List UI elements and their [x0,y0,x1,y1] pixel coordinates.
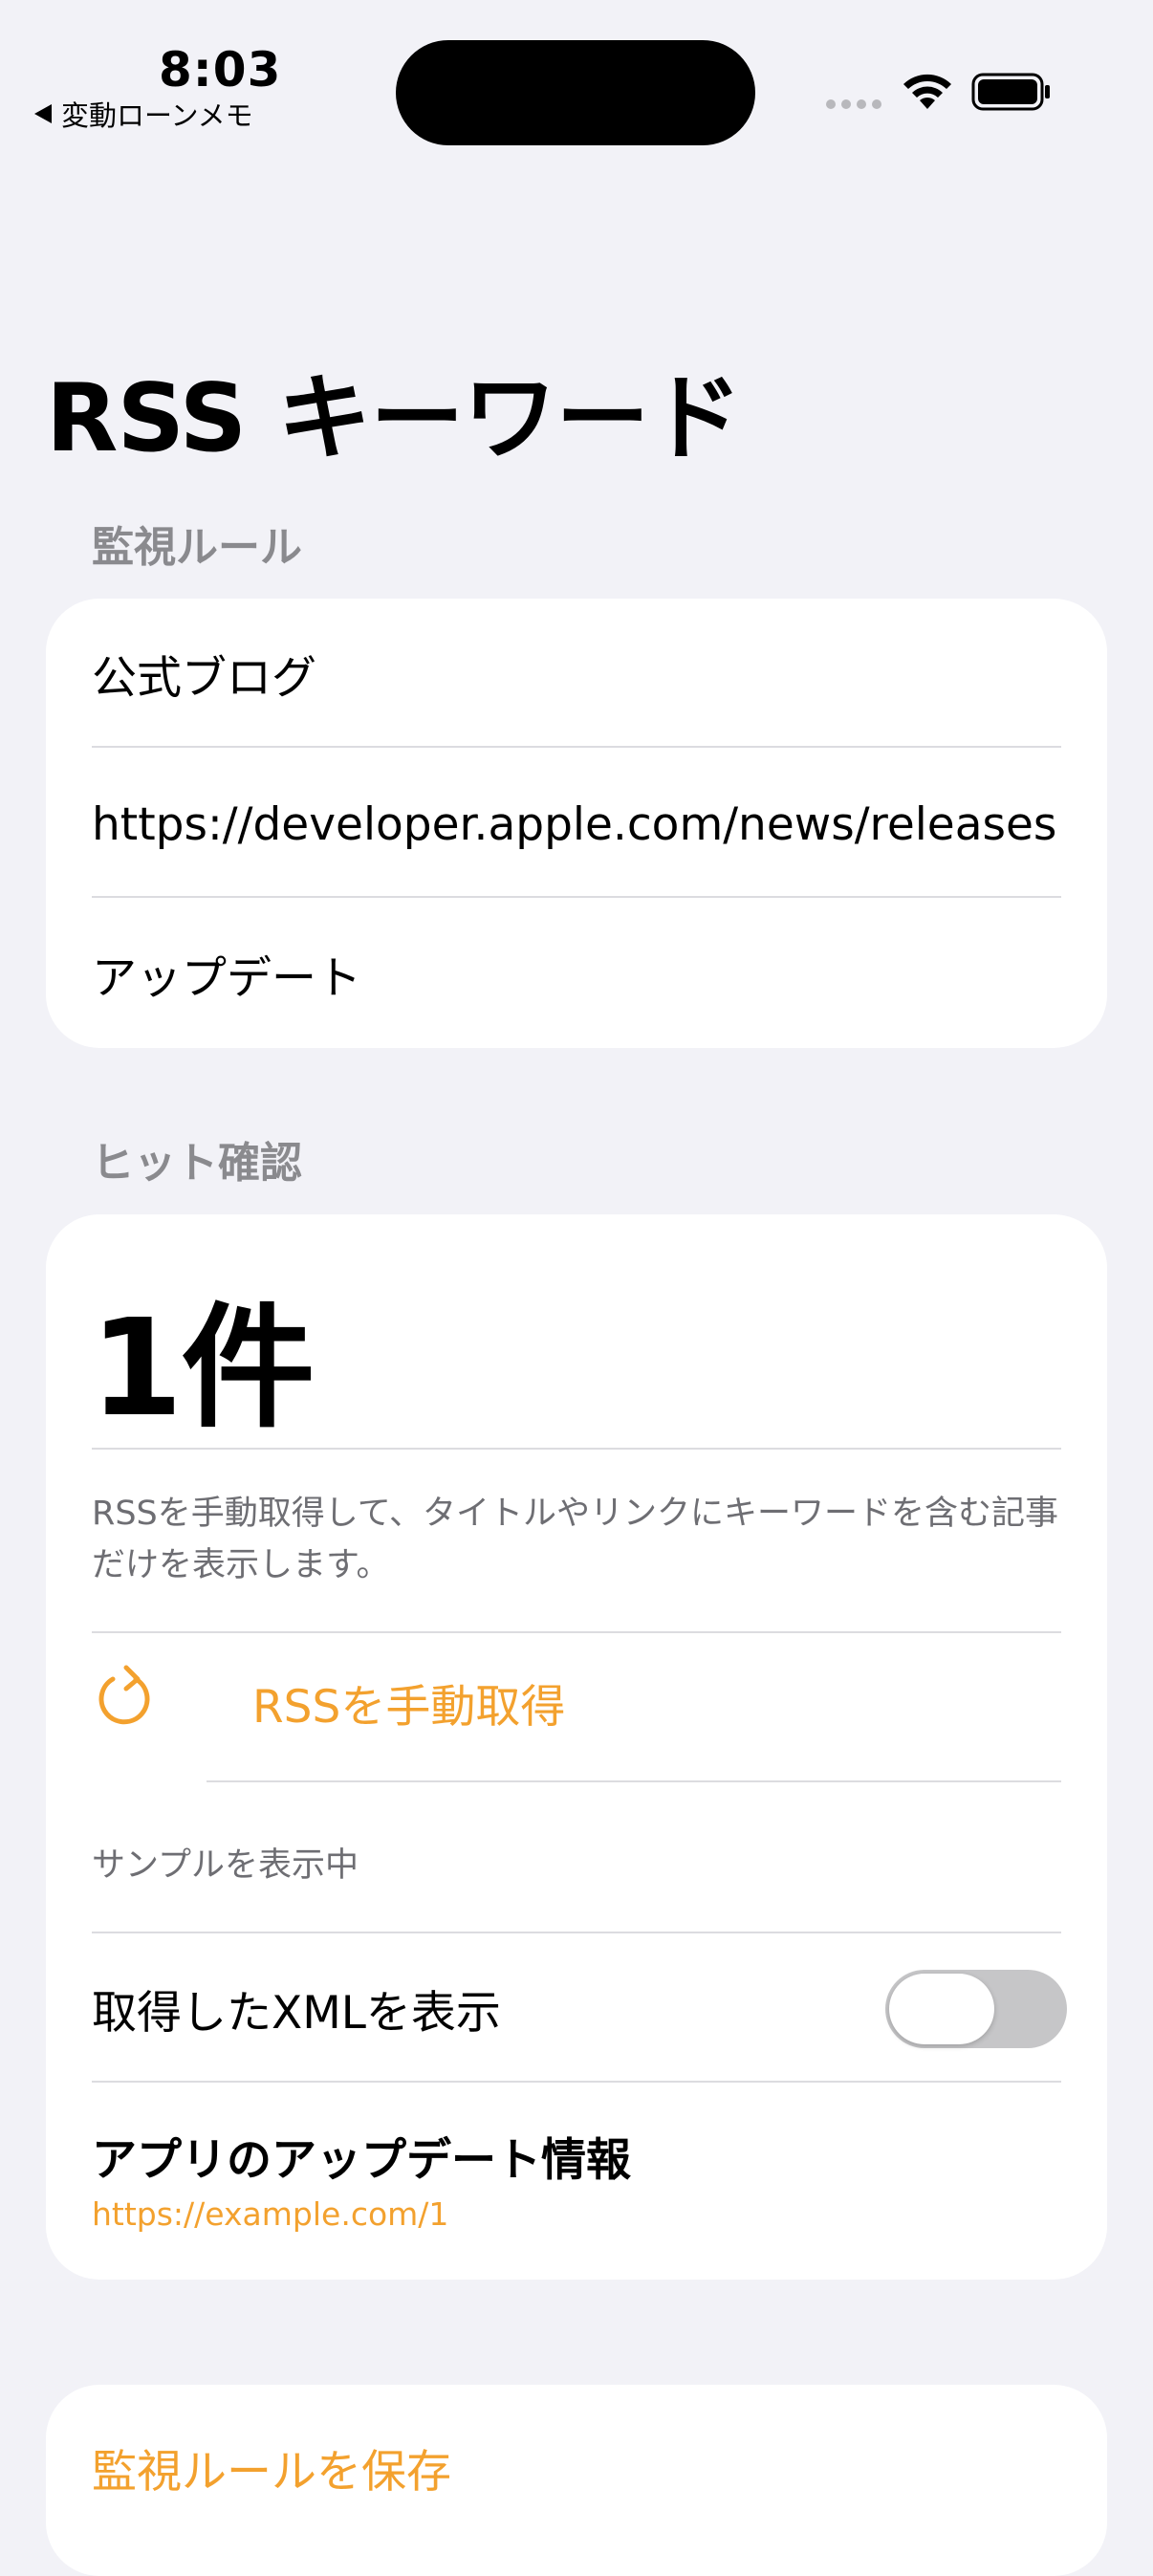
save-card: 監視ルールを保存 [46,2385,1107,2576]
rules-section-header: 監視ルール [92,523,302,572]
divider [92,896,1061,898]
back-to-app-link[interactable]: 変動ローンメモ [34,94,253,134]
fetch-status-text: サンプルを表示中 [92,1846,359,1885]
divider [92,746,1061,748]
page-title: RSS キーワード [46,364,742,473]
refresh-icon [98,1665,150,1725]
status-bar: 8:03 変動ローンメモ [0,0,1153,153]
divider [92,2081,1061,2083]
hits-card: 1件 RSSを手動取得して、タイトルやリンクにキーワードを含む記事だけを表示しま… [46,1214,1107,2280]
article-link[interactable]: https://example.com/1 [92,2195,448,2233]
rule-url-field[interactable]: https://developer.apple.com/news/release… [92,780,1061,868]
dynamic-island [396,40,755,145]
battery-icon [971,73,1050,111]
divider [92,1932,1061,1933]
hits-description: RSSを手動取得して、タイトルやリンクにキーワードを含む記事だけを表示します。 [92,1495,1058,1584]
rule-name-field[interactable]: 公式ブログ [92,629,1061,717]
fetch-rss-label: RSSを手動取得 [252,1681,566,1734]
hit-count: 1件 [90,1291,315,1447]
rules-card: 公式ブログ https://developer.apple.com/news/r… [46,599,1107,1048]
save-rules-button[interactable]: 監視ルールを保存 [92,2434,451,2500]
article-title[interactable]: アプリのアップデート情報 [92,2123,631,2189]
back-app-label: 変動ローンメモ [61,99,253,132]
status-time: 8:03 [159,42,282,98]
show-xml-toggle[interactable] [885,1970,1067,2048]
divider [207,1780,1061,1782]
divider [92,1448,1061,1450]
show-xml-label: 取得したXMLを表示 [92,1987,501,2040]
toggle-knob [889,1974,994,2044]
wifi-icon [903,74,951,109]
cellular-signal-icon [826,99,881,109]
hits-section-header: ヒット確認 [92,1139,302,1188]
fetch-rss-button[interactable]: RSSを手動取得 [92,1626,1061,1769]
rule-keyword-field[interactable]: アップデート [92,929,1061,1017]
back-arrow-icon [34,104,52,123]
